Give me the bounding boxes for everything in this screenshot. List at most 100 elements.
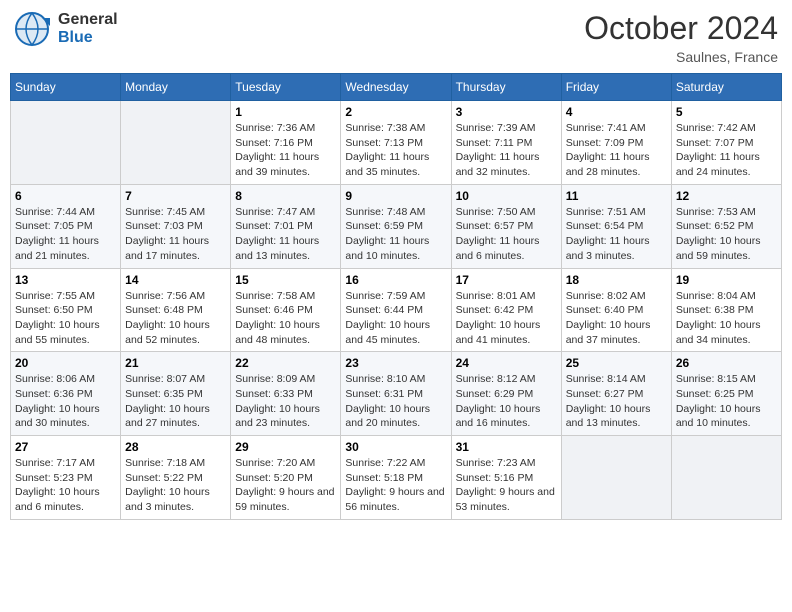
day-number: 17 [456,273,557,287]
calendar-cell: 5Sunrise: 7:42 AMSunset: 7:07 PMDaylight… [671,101,781,185]
day-info: Sunrise: 8:09 AMSunset: 6:33 PMDaylight:… [235,372,336,431]
day-info: Sunrise: 7:39 AMSunset: 7:11 PMDaylight:… [456,121,557,180]
day-number: 7 [125,189,226,203]
day-number: 19 [676,273,777,287]
day-info: Sunrise: 7:51 AMSunset: 6:54 PMDaylight:… [566,205,667,264]
day-number: 4 [566,105,667,119]
calendar-cell: 17 Sunrise: 8:01 AMSunset: 6:42 PMDayligh… [451,268,561,352]
day-info: Sunrise: 8:10 AMSunset: 6:31 PMDaylight:… [345,372,446,431]
calendar-cell: 1 Sunrise: 7:36 AMSunset: 7:16 PMDaylight… [231,101,341,185]
day-number: 30 [345,440,446,454]
day-info: Sunrise: 7:20 AMSunset: 5:20 PMDaylight:… [235,456,336,515]
logo: General Blue [14,10,118,48]
calendar-cell: 7 Sunrise: 7:45 AMSunset: 7:03 PMDaylight… [121,184,231,268]
calendar-cell: 12 Sunrise: 7:53 AMSunset: 6:52 PMDayligh… [671,184,781,268]
day-info: Sunrise: 8:07 AMSunset: 6:35 PMDaylight:… [125,372,226,431]
calendar-cell: 21Sunrise: 8:07 AMSunset: 6:35 PMDayligh… [121,352,231,436]
day-info: Sunrise: 7:44 AMSunset: 7:05 PMDaylight:… [15,205,116,264]
day-number: 22 [235,356,336,370]
calendar-cell: 10 Sunrise: 7:50 AMSunset: 6:57 PMDayligh… [451,184,561,268]
calendar-cell: 20Sunrise: 8:06 AMSunset: 6:36 PMDayligh… [11,352,121,436]
day-info: Sunrise: 7:36 AMSunset: 7:16 PMDaylight:… [235,121,336,180]
day-info: Sunrise: 7:55 AMSunset: 6:50 PMDaylight:… [15,289,116,348]
location: Saulnes, France [584,49,778,65]
day-info: Sunrise: 8:06 AMSunset: 6:36 PMDaylight:… [15,372,116,431]
day-info: Sunrise: 7:41 AMSunset: 7:09 PMDaylight:… [566,121,667,180]
day-info: Sunrise: 8:15 AMSunset: 6:25 PMDaylight:… [676,372,777,431]
day-number: 15 [235,273,336,287]
page-header: General Blue October 2024 Saulnes, Franc… [10,10,782,65]
week-row-4: 20Sunrise: 8:06 AMSunset: 6:36 PMDayligh… [11,352,782,436]
day-number: 18 [566,273,667,287]
calendar-cell: 18 Sunrise: 8:02 AMSunset: 6:40 PMDayligh… [561,268,671,352]
day-number: 6 [15,189,116,203]
calendar-cell: 28 Sunrise: 7:18 AMSunset: 5:22 PMDayligh… [121,436,231,520]
calendar-cell [11,101,121,185]
day-number: 28 [125,440,226,454]
week-row-1: 1 Sunrise: 7:36 AMSunset: 7:16 PMDaylight… [11,101,782,185]
logo-name: General [58,11,118,29]
calendar-cell: 29 Sunrise: 7:20 AMSunset: 5:20 PMDayligh… [231,436,341,520]
day-number: 1 [235,105,336,119]
logo-icon [14,10,50,48]
day-info: Sunrise: 7:56 AMSunset: 6:48 PMDaylight:… [125,289,226,348]
day-info: Sunrise: 7:42 AMSunset: 7:07 PMDaylight:… [676,121,777,180]
calendar-cell: 23 Sunrise: 8:10 AMSunset: 6:31 PMDayligh… [341,352,451,436]
day-number: 26 [676,356,777,370]
day-number: 23 [345,356,446,370]
day-number: 16 [345,273,446,287]
calendar-header-row: SundayMondayTuesdayWednesdayThursdayFrid… [11,74,782,101]
calendar-cell: 4 Sunrise: 7:41 AMSunset: 7:09 PMDaylight… [561,101,671,185]
day-number: 25 [566,356,667,370]
day-info: Sunrise: 8:02 AMSunset: 6:40 PMDaylight:… [566,289,667,348]
day-info: Sunrise: 8:14 AMSunset: 6:27 PMDaylight:… [566,372,667,431]
calendar-cell: 16 Sunrise: 7:59 AMSunset: 6:44 PMDayligh… [341,268,451,352]
calendar-cell: 27 Sunrise: 7:17 AMSunset: 5:23 PMDayligh… [11,436,121,520]
day-number: 24 [456,356,557,370]
day-number: 2 [345,105,446,119]
day-number: 8 [235,189,336,203]
day-info: Sunrise: 7:38 AMSunset: 7:13 PMDaylight:… [345,121,446,180]
calendar-cell: 6 Sunrise: 7:44 AMSunset: 7:05 PMDaylight… [11,184,121,268]
calendar-table: SundayMondayTuesdayWednesdayThursdayFrid… [10,73,782,520]
day-info: Sunrise: 7:45 AMSunset: 7:03 PMDaylight:… [125,205,226,264]
col-header-tuesday: Tuesday [231,74,341,101]
day-info: Sunrise: 7:50 AMSunset: 6:57 PMDaylight:… [456,205,557,264]
col-header-friday: Friday [561,74,671,101]
day-info: Sunrise: 7:48 AMSunset: 6:59 PMDaylight:… [345,205,446,264]
calendar-cell: 2 Sunrise: 7:38 AMSunset: 7:13 PMDaylight… [341,101,451,185]
day-number: 12 [676,189,777,203]
calendar-cell [561,436,671,520]
day-info: Sunrise: 8:04 AMSunset: 6:38 PMDaylight:… [676,289,777,348]
title-section: October 2024 Saulnes, France [584,10,778,65]
day-number: 27 [15,440,116,454]
calendar-cell: 9 Sunrise: 7:48 AMSunset: 6:59 PMDaylight… [341,184,451,268]
calendar-cell: 31Sunrise: 7:23 AMSunset: 5:16 PMDayligh… [451,436,561,520]
logo-sub: Blue [58,29,118,47]
week-row-5: 27 Sunrise: 7:17 AMSunset: 5:23 PMDayligh… [11,436,782,520]
day-number: 14 [125,273,226,287]
calendar-cell: 26 Sunrise: 8:15 AMSunset: 6:25 PMDayligh… [671,352,781,436]
col-header-thursday: Thursday [451,74,561,101]
day-info: Sunrise: 7:58 AMSunset: 6:46 PMDaylight:… [235,289,336,348]
day-info: Sunrise: 7:17 AMSunset: 5:23 PMDaylight:… [15,456,116,515]
calendar-cell [121,101,231,185]
day-number: 9 [345,189,446,203]
col-header-wednesday: Wednesday [341,74,451,101]
day-info: Sunrise: 7:18 AMSunset: 5:22 PMDaylight:… [125,456,226,515]
calendar-cell: 22 Sunrise: 8:09 AMSunset: 6:33 PMDayligh… [231,352,341,436]
calendar-cell: 14 Sunrise: 7:56 AMSunset: 6:48 PMDayligh… [121,268,231,352]
day-info: Sunrise: 7:53 AMSunset: 6:52 PMDaylight:… [676,205,777,264]
col-header-monday: Monday [121,74,231,101]
day-number: 29 [235,440,336,454]
day-number: 13 [15,273,116,287]
week-row-3: 13 Sunrise: 7:55 AMSunset: 6:50 PMDayligh… [11,268,782,352]
day-info: Sunrise: 7:59 AMSunset: 6:44 PMDaylight:… [345,289,446,348]
day-number: 3 [456,105,557,119]
day-number: 11 [566,189,667,203]
calendar-cell: 8Sunrise: 7:47 AMSunset: 7:01 PMDaylight… [231,184,341,268]
col-header-sunday: Sunday [11,74,121,101]
day-info: Sunrise: 7:22 AMSunset: 5:18 PMDaylight:… [345,456,446,515]
day-number: 10 [456,189,557,203]
day-info: Sunrise: 8:01 AMSunset: 6:42 PMDaylight:… [456,289,557,348]
